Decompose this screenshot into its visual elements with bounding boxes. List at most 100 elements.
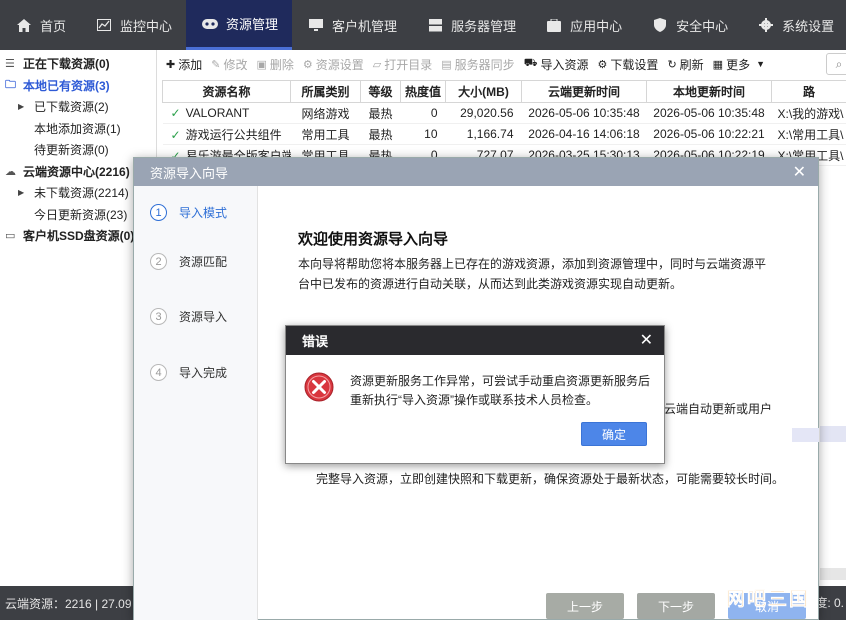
watermark-logo: 网吧三国 [726, 589, 811, 611]
close-icon[interactable]: ✕ [793, 162, 806, 182]
delete-button[interactable]: ▣ 删除 [256, 56, 293, 73]
wizard-title: 资源导入向导 [150, 165, 229, 181]
step-number-1: 1 [150, 204, 167, 221]
nav-label: 客户机管理 [332, 18, 398, 34]
col-header-level[interactable]: 等级 [360, 80, 401, 103]
col-header-category[interactable]: 所属类别 [290, 80, 361, 103]
gear-icon [758, 18, 774, 32]
nav-label: 系统设置 [782, 18, 835, 34]
nav-label: 服务器管理 [451, 18, 517, 34]
nav-servers[interactable]: 服务器管理 [411, 0, 530, 50]
step-number-4: 4 [150, 364, 167, 381]
open-dir-button[interactable]: ▱ 打开目录 [373, 56, 432, 73]
col-header-path[interactable]: 路 [771, 80, 846, 103]
cell-level: 最热 [360, 123, 401, 145]
gear-icon: ⚙ [597, 58, 608, 71]
cell-cloud-time: 2026-04-16 14:06:18 [521, 123, 647, 145]
add-label: 添加 [178, 57, 203, 72]
tree-downloading[interactable]: ☰ 正在下载资源(0) [0, 53, 156, 75]
cell-path: X:\常用工具\ [771, 123, 846, 145]
nav-apps[interactable]: 应用中心 [530, 0, 636, 50]
ok-button[interactable]: 确定 [581, 422, 647, 446]
error-titlebar: 错误 ✕ [286, 326, 664, 355]
nav-label: 资源管理 [226, 17, 279, 32]
nav-settings[interactable]: 系统设置 [742, 0, 846, 50]
sync-icon: ▤ [441, 58, 452, 71]
add-button[interactable]: ✚ 添加 [166, 56, 202, 73]
cell-size: 1,166.74 [445, 123, 522, 145]
tree-local[interactable]: 🗀 本地已有资源(3) [0, 75, 156, 97]
selected-row-highlight [820, 426, 846, 442]
close-icon[interactable]: ✕ [640, 330, 653, 350]
server-sync-label: 服务器同步 [454, 57, 515, 72]
col-header-name[interactable]: 资源名称 [162, 80, 291, 103]
col-header-local-time[interactable]: 本地更新时间 [646, 80, 772, 103]
import-label: 导入资源 [540, 57, 589, 72]
table-header-row: 资源名称 所属类别 等级 热度值 大小(MB) 云端更新时间 本地更新时间 路 [162, 80, 846, 103]
error-dialog: 错误 ✕ 资源更新服务工作异常，可尝试手动重启资源更新服务后重新执行“导入资源”… [285, 325, 665, 464]
cell-path: X:\我的游戏\ [771, 102, 846, 124]
import-button[interactable]: ⛟ 导入资源 [524, 56, 589, 73]
nav-label: 应用中心 [570, 18, 623, 34]
download-settings-button[interactable]: ⚙ 下载设置 [598, 56, 659, 73]
step-number-2: 2 [150, 253, 167, 270]
tree-local-added[interactable]: 本地添加资源(1) [0, 118, 156, 140]
refresh-icon: ↻ [667, 58, 677, 71]
tree-downloaded[interactable]: ▶ 已下载资源(2) [0, 96, 156, 118]
cell-heat: 10 [400, 123, 446, 145]
col-header-heat[interactable]: 热度值 [400, 80, 446, 103]
nav-security[interactable]: 安全中心 [636, 0, 742, 50]
nav-resources[interactable]: 资源管理 [186, 0, 293, 50]
next-button[interactable]: 下一步 [637, 593, 715, 619]
col-header-size[interactable]: 大小(MB) [445, 80, 522, 103]
table-row[interactable]: ✓ VALORANT 网络游戏 最热 0 29,020.56 2026-05-06… [162, 102, 846, 124]
step-label: 导入模式 [179, 206, 228, 220]
prev-button[interactable]: 上一步 [546, 593, 624, 619]
option-highlight [792, 428, 819, 442]
open-dir-label: 打开目录 [384, 57, 433, 72]
refresh-button[interactable]: ↻ 刷新 [667, 56, 703, 73]
gamepad-icon [202, 17, 219, 31]
nav-clients[interactable]: 客户机管理 [292, 0, 411, 50]
server-icon [427, 18, 443, 32]
resource-settings-button[interactable]: ⚙ 资源设置 [303, 56, 364, 73]
step-label: 资源匹配 [179, 255, 228, 269]
wizard-steps: 1 导入模式 2 资源匹配 3 资源导入 4 导入完成 [134, 186, 258, 620]
more-button[interactable]: ▦ 更多 ▼ [713, 56, 768, 73]
desktop-icon [308, 18, 324, 32]
expand-arrow-icon[interactable]: ▶ [18, 102, 28, 111]
server-sync-button[interactable]: ▤ 服务器同步 [441, 56, 514, 73]
cell-category: 网络游戏 [290, 102, 361, 124]
cell-local-time: 2026-05-06 10:22:21 [646, 123, 772, 145]
grid-icon: ▦ [712, 58, 724, 71]
step-label: 导入完成 [179, 366, 228, 380]
tree-label: 未下载资源(2214) [34, 186, 129, 201]
error-title: 错误 [302, 334, 329, 349]
nav-monitor[interactable]: 监控中心 [80, 0, 186, 50]
step-import-done: 4 导入完成 [150, 364, 227, 381]
cloud-icon: ☁ [5, 165, 16, 178]
toolbar: ✚ 添加 ✎ 修改 ▣ 删除 ⚙ 资源设置 ▱ 打开目录 ▤ 服务器同步 ⛟ 导入资源 ⚙ 下载… [160, 50, 846, 78]
table-row[interactable]: ✓ 游戏运行公共组件 常用工具 最热 10 1,166.74 2026-04-16… [162, 123, 846, 145]
horizontal-scrollbar[interactable] [820, 568, 846, 580]
cell-size: 29,020.56 [445, 102, 522, 124]
col-header-cloud-time[interactable]: 云端更新时间 [521, 80, 647, 103]
edit-button[interactable]: ✎ 修改 [211, 56, 247, 73]
tree-label: 本地已有资源(3) [23, 78, 110, 93]
cell-name: 游戏运行公共组件 [185, 127, 282, 142]
wizard-option-description: 完整导入资源，立即创建快照和下载更新，确保资源处于最新状态，可能需要较长时间。 [316, 472, 785, 486]
search-icon[interactable]: ⌕ [826, 53, 846, 75]
status-right-text: 度: 0. [815, 596, 844, 610]
pencil-icon: ✎ [211, 58, 221, 71]
cell-heat: 0 [400, 102, 446, 124]
resource-table: 资源名称 所属类别 等级 热度值 大小(MB) 云端更新时间 本地更新时间 路 … [162, 80, 846, 166]
tree-label: 待更新资源(0) [34, 143, 109, 158]
folder-open-icon: ▱ [372, 58, 382, 71]
nav-home[interactable]: 首页 [0, 0, 80, 50]
top-nav: 首页 监控中心 资源管理 客户机管理 服务器管理 应用中心 安全中心 系统设置 [0, 0, 846, 50]
more-label: 更多 [726, 57, 751, 72]
wizard-option-text: 云端自动更新或用户 [664, 402, 773, 416]
folder-icon: 🗀 [5, 78, 16, 91]
expand-arrow-icon[interactable]: ▶ [18, 188, 28, 197]
delete-label: 删除 [269, 57, 294, 72]
